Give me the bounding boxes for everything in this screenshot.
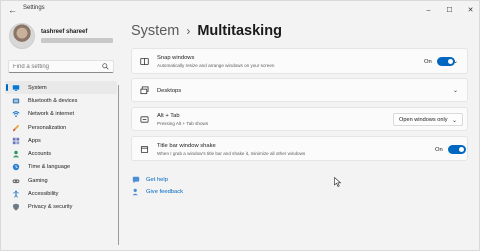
get-help-link[interactable]: Get help	[132, 176, 168, 184]
app-title: Settings	[23, 5, 45, 11]
shake-toggle-label: On	[435, 147, 443, 153]
snap-windows-desc: Automatically resize and arrange windows…	[157, 63, 275, 68]
alt-tab-icon	[140, 116, 149, 123]
sidebar-item-label: Network & internet	[28, 111, 75, 118]
sidebar-item-label: Bluetooth & devices	[28, 97, 78, 104]
sidebar-item-label: Apps	[28, 137, 41, 144]
title-bar-shake-desc: When I grab a window's title bar and sha…	[157, 151, 306, 156]
shield-icon	[12, 203, 20, 211]
sidebar-item-accounts[interactable]: Accounts	[5, 147, 117, 160]
page-title: Multitasking	[197, 23, 282, 39]
title-bar-shake-card: Title bar window shake When I grab a win…	[131, 136, 468, 161]
user-profile[interactable]: tashreef shareef	[9, 23, 113, 49]
profile-text: tashreef shareef	[41, 29, 113, 43]
sidebar-scrollbar[interactable]	[118, 85, 119, 245]
window-shake-icon	[140, 145, 149, 154]
help-icon	[132, 176, 140, 184]
title-bar-shake-toggle[interactable]	[448, 145, 466, 154]
wifi-icon	[12, 111, 20, 118]
sidebar-item-label: Accessibility	[28, 191, 59, 198]
snap-windows-card[interactable]: Snap windows Automatically resize and ar…	[131, 48, 468, 74]
gamepad-icon	[12, 179, 20, 183]
bluetooth-icon	[12, 98, 20, 104]
sidebar-item-network[interactable]: Network & internet	[5, 108, 117, 121]
profile-name: tashreef shareef	[41, 29, 88, 35]
profile-email-redacted	[41, 38, 113, 43]
sidebar-item-label: System	[28, 84, 47, 91]
alt-tab-desc: Pressing Alt + Tab shows	[157, 121, 209, 126]
desktops-title: Desktops	[157, 88, 182, 94]
alt-tab-card: Alt + Tab Pressing Alt + Tab shows Open …	[131, 107, 468, 131]
title-bar: ← Settings – ☐ ✕	[1, 1, 480, 19]
accessibility-icon	[13, 190, 19, 198]
globe-clock-icon	[12, 164, 20, 171]
snap-layout-icon	[140, 57, 149, 66]
desktops-card[interactable]: Desktops ⌄	[131, 78, 468, 102]
search-box[interactable]	[8, 60, 114, 73]
breadcrumb: System › Multitasking	[131, 23, 282, 39]
window-controls: – ☐ ✕	[418, 1, 480, 19]
monitor-icon	[12, 84, 20, 91]
sidebar-item-accessibility[interactable]: Accessibility	[5, 187, 117, 200]
snap-windows-title: Snap windows	[157, 55, 195, 61]
give-feedback-link[interactable]: Give feedback	[132, 188, 183, 196]
sidebar-item-label: Accounts	[28, 151, 52, 158]
back-arrow-icon[interactable]: ←	[8, 5, 18, 15]
sidebar-item-label: Privacy & security	[28, 204, 73, 211]
feedback-icon	[132, 188, 138, 196]
search-icon[interactable]	[102, 63, 109, 70]
alt-tab-dropdown[interactable]: Open windows only ⌄	[393, 113, 463, 126]
person-icon	[12, 150, 20, 158]
sidebar-item-system[interactable]: System	[5, 81, 117, 95]
title-bar-shake-title: Title bar window shake	[157, 143, 216, 149]
chevron-down-icon: ⌄	[451, 118, 457, 124]
sidebar-item-time-language[interactable]: Time & language	[5, 161, 117, 174]
maximize-button[interactable]: ☐	[439, 1, 460, 19]
mouse-cursor-icon	[334, 177, 342, 187]
get-help-label[interactable]: Get help	[146, 177, 168, 183]
avatar[interactable]	[9, 23, 35, 49]
close-button[interactable]: ✕	[460, 1, 480, 19]
sidebar-item-bluetooth[interactable]: Bluetooth & devices	[5, 94, 117, 107]
sidebar-item-label: Personalization	[28, 124, 67, 131]
search-input[interactable]	[13, 63, 103, 70]
snap-toggle-label: On	[424, 59, 432, 65]
alt-tab-dropdown-value: Open windows only	[399, 116, 448, 123]
chevron-down-icon[interactable]: ⌄	[453, 88, 459, 94]
desktops-icon	[140, 86, 149, 95]
sidebar-item-privacy[interactable]: Privacy & security	[5, 201, 117, 214]
sidebar-item-personalization[interactable]: Personalization	[5, 121, 117, 134]
give-feedback-label[interactable]: Give feedback	[146, 189, 183, 195]
apps-icon	[12, 137, 20, 145]
chevron-down-icon[interactable]: ⌄	[453, 59, 459, 65]
breadcrumb-parent[interactable]: System	[131, 23, 179, 39]
alt-tab-title: Alt + Tab	[157, 113, 180, 119]
minimize-button[interactable]: –	[418, 1, 439, 19]
sidebar-item-apps[interactable]: Apps	[5, 134, 117, 147]
sidebar-nav: System Bluetooth & devices Network & int…	[5, 81, 117, 214]
sidebar-item-label: Gaming	[28, 177, 48, 184]
settings-window: ← Settings – ☐ ✕ tashreef shareef System	[0, 0, 480, 251]
sidebar-item-gaming[interactable]: Gaming	[5, 174, 117, 187]
breadcrumb-separator: ›	[186, 24, 191, 38]
sidebar-item-label: Time & language	[28, 164, 71, 171]
brush-icon	[12, 124, 20, 131]
